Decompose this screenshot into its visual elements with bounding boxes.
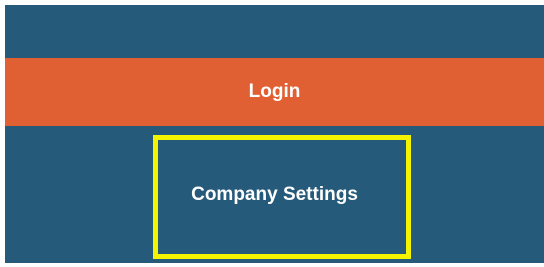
company-settings-label: Company Settings	[191, 183, 358, 205]
app-panel: Login Company Settings	[5, 5, 544, 263]
company-settings-button[interactable]: Company Settings	[5, 126, 544, 263]
login-button[interactable]: Login	[5, 58, 544, 126]
login-label: Login	[248, 81, 301, 102]
